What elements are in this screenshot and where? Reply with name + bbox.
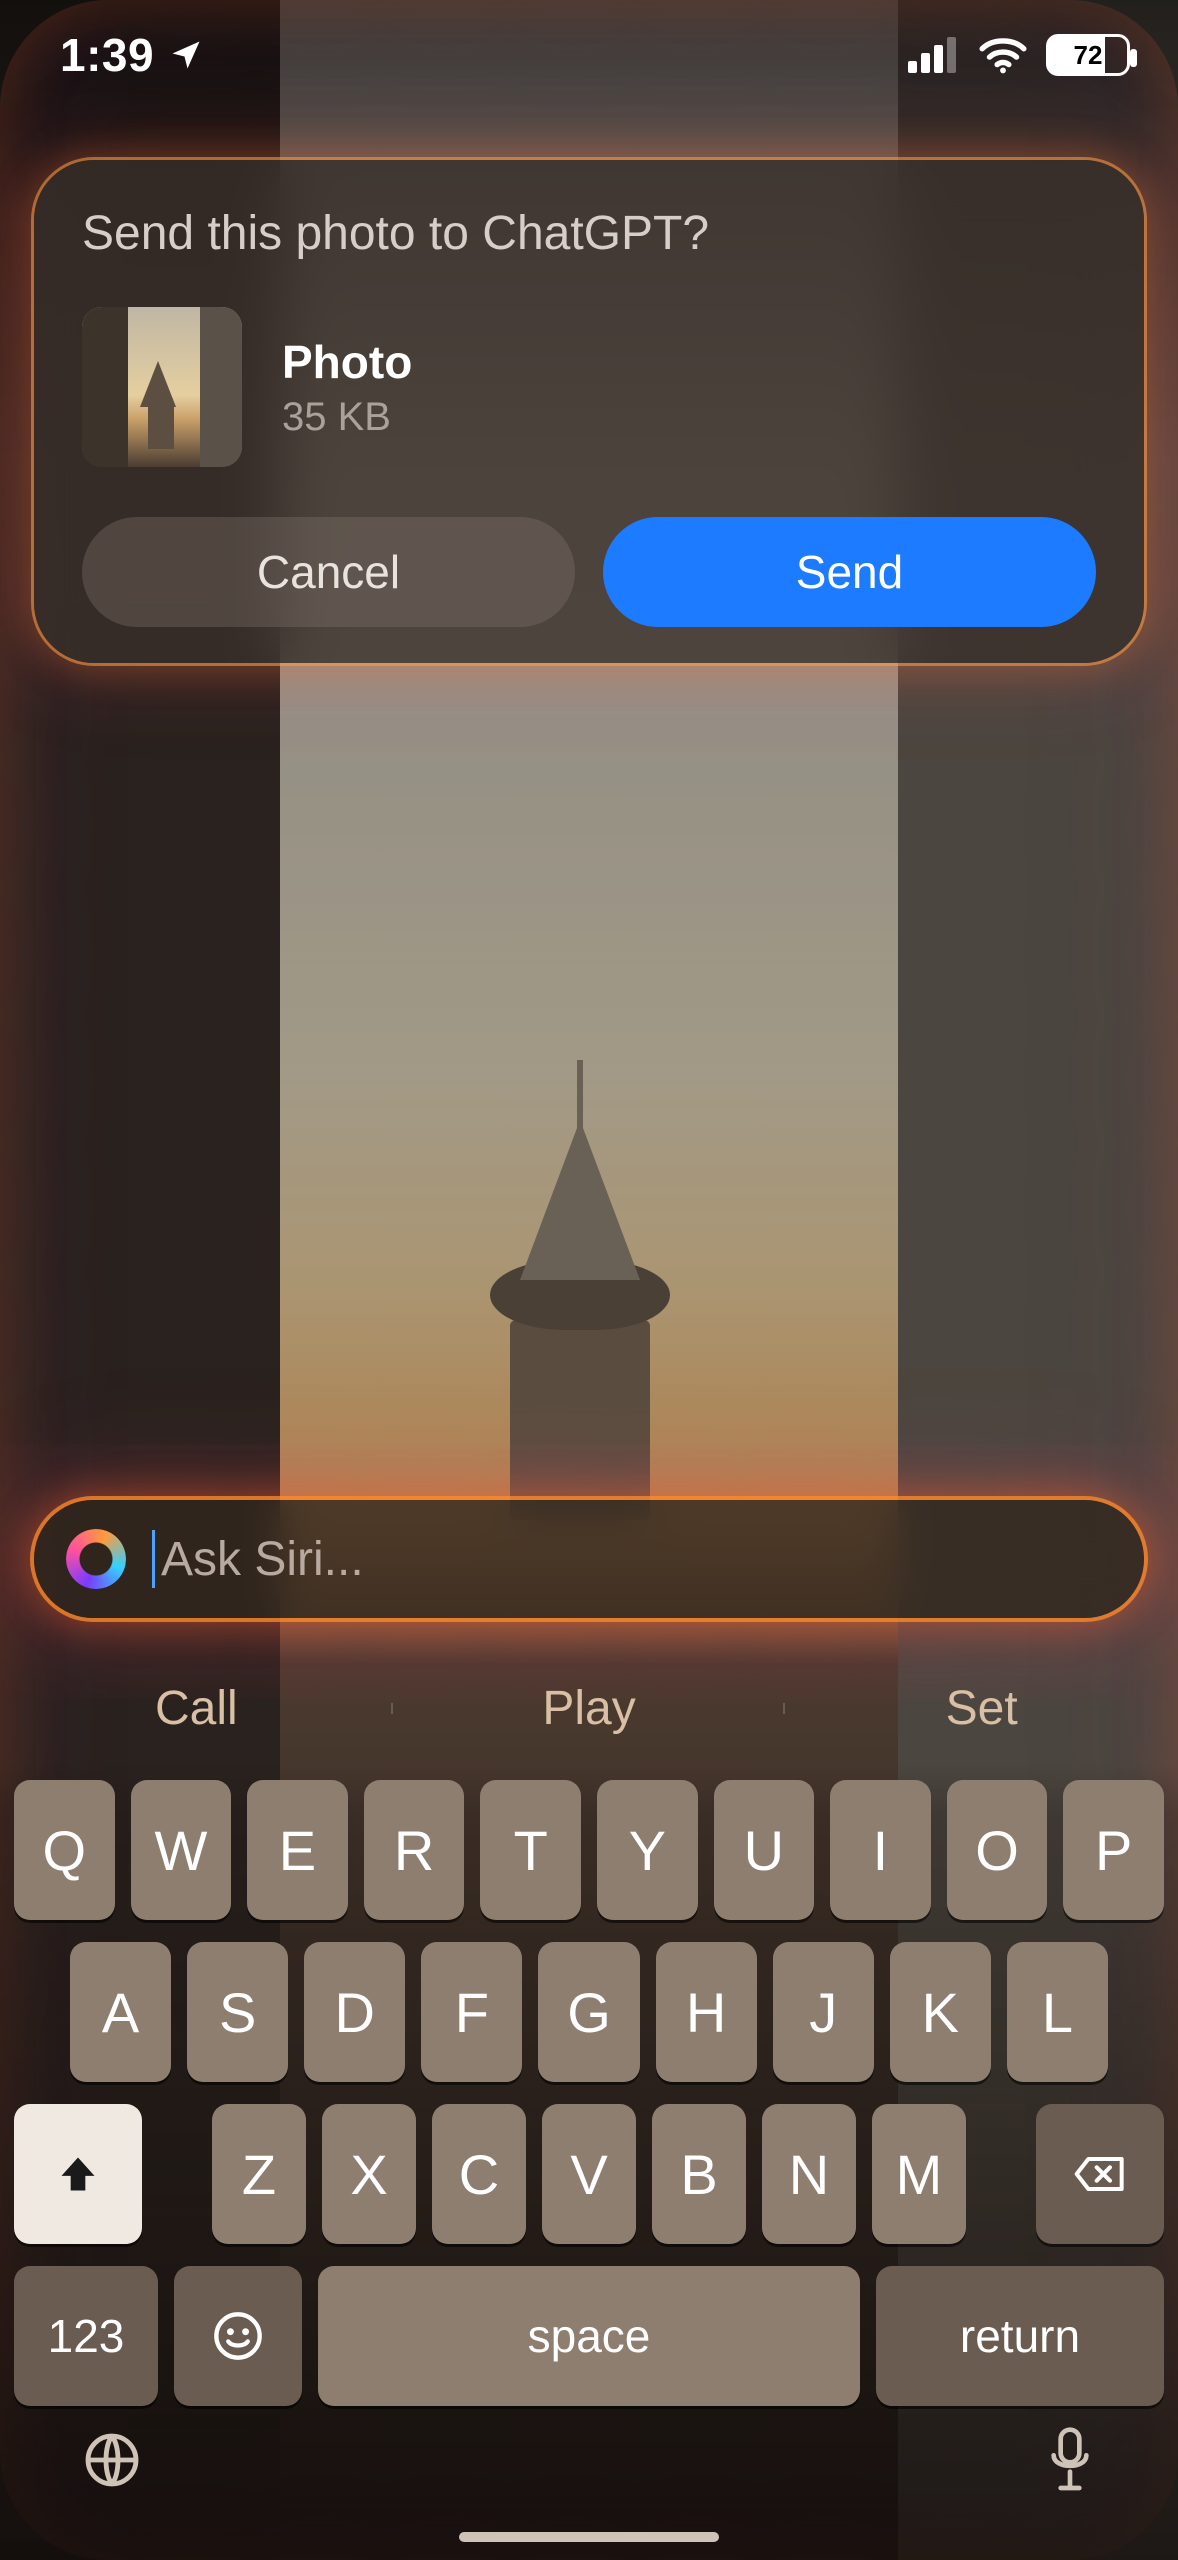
location-icon [168, 37, 204, 73]
quicktype-suggestions: Call Play Set [0, 1650, 1178, 1766]
key-l[interactable]: L [1007, 1942, 1108, 2082]
siri-orb-icon [66, 1529, 126, 1589]
globe-icon[interactable] [80, 2428, 144, 2497]
key-d[interactable]: D [304, 1942, 405, 2082]
key-g[interactable]: G [538, 1942, 639, 2082]
key-backspace[interactable] [1036, 2104, 1164, 2244]
attachment-row: Photo 35 KB [82, 307, 1096, 467]
siri-input-bar[interactable] [34, 1500, 1144, 1618]
suggestion-call[interactable]: Call [0, 1681, 393, 1736]
suggestion-set[interactable]: Set [785, 1681, 1178, 1736]
wifi-icon [978, 36, 1028, 74]
key-v[interactable]: V [542, 2104, 636, 2244]
key-k[interactable]: K [890, 1942, 991, 2082]
share-to-chatgpt-sheet: Send this photo to ChatGPT? Photo 35 KB … [34, 160, 1144, 663]
dictation-mic-icon[interactable] [1042, 2424, 1098, 2501]
key-z[interactable]: Z [212, 2104, 306, 2244]
attachment-size: 35 KB [282, 395, 412, 440]
siri-text-input[interactable] [152, 1530, 1112, 1588]
key-x[interactable]: X [322, 2104, 416, 2244]
key-n[interactable]: N [762, 2104, 856, 2244]
key-a[interactable]: A [70, 1942, 171, 2082]
status-bar: 1:39 72 [0, 0, 1178, 110]
key-y[interactable]: Y [597, 1780, 698, 1920]
key-e[interactable]: E [247, 1780, 348, 1920]
key-m[interactable]: M [872, 2104, 966, 2244]
attachment-name: Photo [282, 335, 412, 389]
key-o[interactable]: O [947, 1780, 1048, 1920]
attachment-thumbnail[interactable] [82, 307, 242, 467]
home-indicator[interactable] [459, 2532, 719, 2542]
battery-indicator: 72 [1046, 34, 1130, 76]
key-j[interactable]: J [773, 1942, 874, 2082]
keyboard: Q W E R T Y U I O P A S D F G H J K L Z … [0, 1766, 1178, 2560]
key-shift[interactable] [14, 2104, 142, 2244]
keyboard-bottom-bar [0, 2384, 1178, 2560]
key-b[interactable]: B [652, 2104, 746, 2244]
key-w[interactable]: W [131, 1780, 232, 1920]
battery-percent: 72 [1074, 40, 1103, 71]
key-h[interactable]: H [656, 1942, 757, 2082]
key-r[interactable]: R [364, 1780, 465, 1920]
key-f[interactable]: F [421, 1942, 522, 2082]
key-u[interactable]: U [714, 1780, 815, 1920]
cellular-icon [908, 37, 960, 73]
clock: 1:39 [60, 28, 154, 82]
key-p[interactable]: P [1063, 1780, 1164, 1920]
key-q[interactable]: Q [14, 1780, 115, 1920]
key-s[interactable]: S [187, 1942, 288, 2082]
cancel-button[interactable]: Cancel [82, 517, 575, 627]
key-t[interactable]: T [480, 1780, 581, 1920]
key-i[interactable]: I [830, 1780, 931, 1920]
send-button[interactable]: Send [603, 517, 1096, 627]
key-c[interactable]: C [432, 2104, 526, 2244]
sheet-title: Send this photo to ChatGPT? [82, 206, 1096, 261]
suggestion-play[interactable]: Play [393, 1681, 786, 1736]
